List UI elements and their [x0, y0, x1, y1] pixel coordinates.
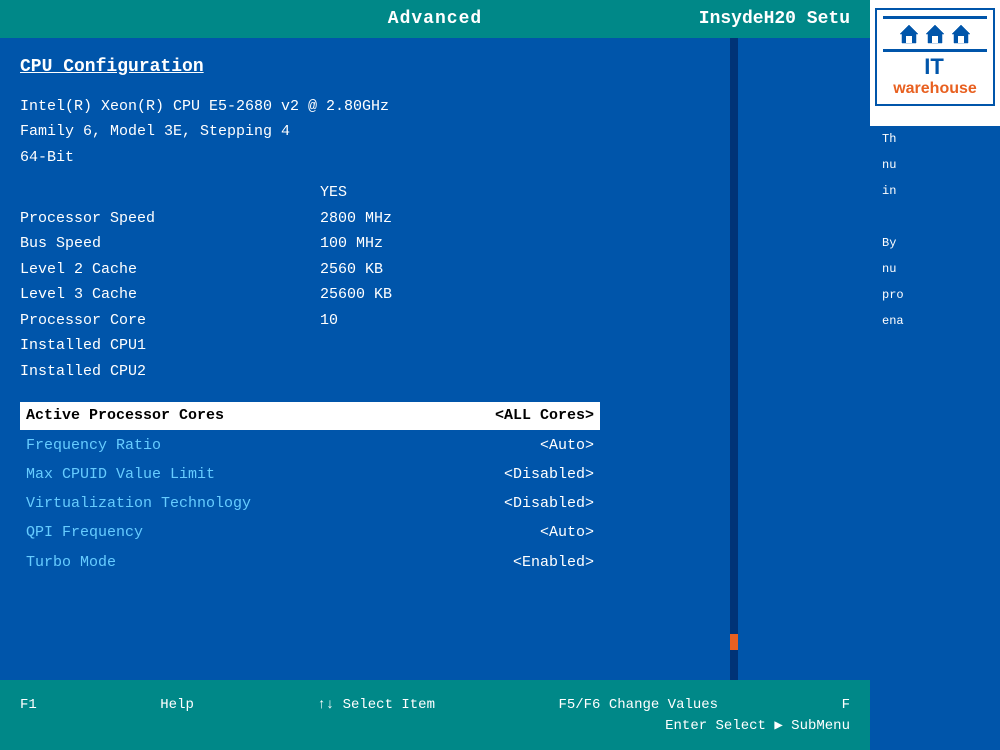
spec-value-l2-cache: 2560 KB: [320, 257, 383, 283]
cpu-line1: Intel(R) Xeon(R) CPU E5-2680 v2 @ 2.80GH…: [20, 94, 850, 120]
spec-row-cpu1: Installed CPU1: [20, 333, 850, 359]
spec-value-64bit: YES: [320, 180, 347, 206]
logo-warehouse-label: warehouse: [883, 80, 987, 98]
spec-row-l2-cache: Level 2 Cache 2560 KB: [20, 257, 850, 283]
logo-line-top: [883, 16, 987, 19]
spec-label-cpu1: Installed CPU1: [20, 333, 320, 359]
spec-row-l3-cache: Level 3 Cache 25600 KB: [20, 282, 850, 308]
scrollbar[interactable]: [730, 38, 738, 680]
footer-bar: F1 Help ↑↓ Select Item F5/F6 Change Valu…: [0, 680, 870, 750]
sidebar-help-line3: in: [876, 178, 994, 204]
spec-row-bus-speed: Bus Speed 100 MHz: [20, 231, 850, 257]
footer-select-item: ↑↓ Select Item: [317, 697, 435, 713]
menu-item-qpi-freq[interactable]: QPI Frequency <Auto>: [20, 519, 600, 546]
footer-help-desc: Help: [160, 697, 194, 713]
sidebar-help-line1: Th: [876, 126, 994, 152]
footer-row-1: F1 Help ↑↓ Select Item F5/F6 Change Valu…: [0, 695, 870, 715]
menu-label-virt-tech: Virtualization Technology: [26, 492, 251, 515]
menu-item-virt-tech[interactable]: Virtualization Technology <Disabled>: [20, 490, 600, 517]
menu-value-cpuid-limit: <Disabled>: [504, 463, 594, 486]
sidebar-help-line8: ena: [876, 308, 994, 334]
menu-item-turbo-mode[interactable]: Turbo Mode <Enabled>: [20, 549, 600, 576]
spec-value-proc-speed: 2800 MHz: [320, 206, 392, 232]
logo-houses: [883, 23, 987, 45]
menu-section: Active Processor Cores <ALL Cores> Frequ…: [20, 402, 850, 576]
menu-value-turbo-mode: <Enabled>: [513, 551, 594, 574]
menu-item-freq-ratio[interactable]: Frequency Ratio <Auto>: [20, 432, 600, 459]
house-icon-3: [950, 23, 972, 45]
footer-row-2: Enter Select ▶ SubMenu: [0, 715, 870, 736]
spec-label-proc-speed: Processor Speed: [20, 206, 320, 232]
spec-row-proc-core: Processor Core 10: [20, 308, 850, 334]
menu-item-cpuid-limit[interactable]: Max CPUID Value Limit <Disabled>: [20, 461, 600, 488]
house-icon-1: [898, 23, 920, 45]
spec-value-proc-core: 10: [320, 308, 338, 334]
spec-label-bus-speed: Bus Speed: [20, 231, 320, 257]
cpu-line3: 64-Bit: [20, 145, 850, 171]
spec-table: YES Processor Speed 2800 MHz Bus Speed 1…: [20, 180, 850, 384]
spec-value-bus-speed: 100 MHz: [320, 231, 383, 257]
scrollbar-thumb[interactable]: [730, 634, 738, 650]
spec-label-l2-cache: Level 2 Cache: [20, 257, 320, 283]
menu-value-freq-ratio: <Auto>: [540, 434, 594, 457]
menu-label-active-cores: Active Processor Cores: [26, 404, 224, 427]
menu-label-freq-ratio: Frequency Ratio: [26, 434, 161, 457]
logo-line-bottom: [883, 49, 987, 52]
footer-f1-key: F1: [20, 697, 37, 713]
menu-value-virt-tech: <Disabled>: [504, 492, 594, 515]
header-title: Advanced: [388, 9, 482, 29]
spec-row-proc-speed: Processor Speed 2800 MHz: [20, 206, 850, 232]
content-area: CPU Configuration Intel(R) Xeon(R) CPU E…: [0, 38, 870, 594]
sidebar-help-line7: pro: [876, 282, 994, 308]
spec-row-64bit: YES: [20, 180, 850, 206]
header-bar: Advanced InsydeH20 Setu: [0, 0, 870, 38]
menu-label-qpi-freq: QPI Frequency: [26, 521, 143, 544]
logo-container: IT warehouse: [875, 8, 995, 106]
bios-screen: Advanced InsydeH20 Setu CPU Configuratio…: [0, 0, 870, 750]
footer-f-right: F: [842, 697, 850, 713]
spec-value-l3-cache: 25600 KB: [320, 282, 392, 308]
cpu-line2: Family 6, Model 3E, Stepping 4: [20, 119, 850, 145]
house-icon-2: [924, 23, 946, 45]
logo-it-text: IT: [924, 54, 944, 80]
spec-label-cpu2: Installed CPU2: [20, 359, 320, 385]
menu-value-active-cores: <ALL Cores>: [495, 404, 594, 427]
spec-label-64bit: [20, 180, 320, 206]
sidebar-help-line4: [876, 204, 994, 230]
footer-f5f6-key: F5/F6 Change Values: [558, 697, 718, 713]
spec-row-cpu2: Installed CPU2: [20, 359, 850, 385]
sidebar-help: Th nu in By nu pro ena: [870, 126, 1000, 750]
menu-label-turbo-mode: Turbo Mode: [26, 551, 116, 574]
spec-label-proc-core: Processor Core: [20, 308, 320, 334]
menu-value-qpi-freq: <Auto>: [540, 521, 594, 544]
cpu-info: Intel(R) Xeon(R) CPU E5-2680 v2 @ 2.80GH…: [20, 94, 850, 171]
footer-enter-select: Enter Select ▶ SubMenu: [665, 717, 850, 734]
right-sidebar: IT warehouse Th nu in By nu pro ena: [870, 0, 1000, 750]
sidebar-help-line6: nu: [876, 256, 994, 282]
spec-label-l3-cache: Level 3 Cache: [20, 282, 320, 308]
header-right-title: InsydeH20 Setu: [699, 9, 850, 29]
sidebar-help-line5: By: [876, 230, 994, 256]
menu-label-cpuid-limit: Max CPUID Value Limit: [26, 463, 215, 486]
menu-item-active-cores[interactable]: Active Processor Cores <ALL Cores>: [20, 402, 600, 429]
section-title: CPU Configuration: [20, 54, 850, 82]
sidebar-help-line2: nu: [876, 152, 994, 178]
